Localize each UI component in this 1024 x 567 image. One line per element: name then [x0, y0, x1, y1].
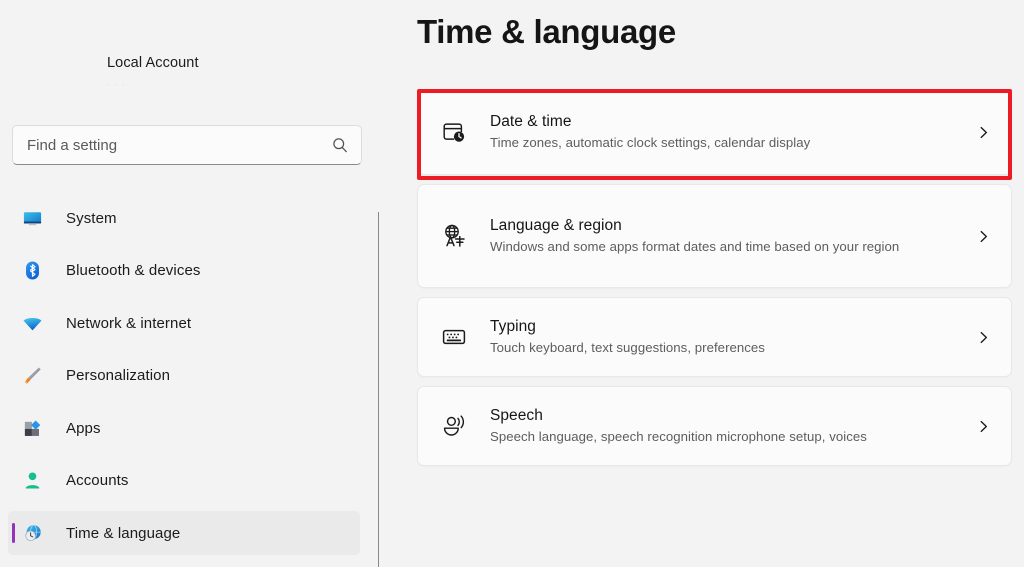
chevron-right-icon[interactable] — [975, 124, 991, 140]
card-description: Time zones, automatic clock settings, ca… — [490, 135, 811, 150]
card-title: Date & time — [490, 113, 572, 130]
sidebar-item-label: Accounts — [66, 472, 129, 489]
search-icon[interactable] — [331, 136, 349, 154]
card-language-region[interactable]: Language & region Windows and some apps … — [417, 184, 1012, 288]
sidebar-item-apps[interactable]: Apps — [8, 406, 360, 450]
calendar-clock-icon — [440, 118, 468, 146]
sidebar-nav-list: System Bluetooth & devices Network & int… — [0, 196, 364, 564]
account-block[interactable]: Local Account · · · — [0, 48, 360, 104]
wifi-icon — [21, 312, 43, 334]
keyboard-icon — [440, 323, 468, 351]
apps-icon — [21, 417, 43, 439]
card-title: Speech — [490, 407, 543, 424]
sidebar-item-personalization[interactable]: Personalization — [8, 354, 360, 398]
chevron-right-icon[interactable] — [975, 329, 991, 345]
sidebar-item-time-language[interactable]: Time & language — [8, 511, 360, 555]
account-subtitle: · · · — [107, 79, 126, 91]
bluetooth-icon — [21, 260, 43, 282]
search-input[interactable] — [27, 136, 331, 154]
sidebar-item-network-internet[interactable]: Network & internet — [8, 301, 360, 345]
sidebar-item-system[interactable]: System — [8, 196, 360, 240]
sidebar-item-label: Apps — [66, 419, 101, 437]
page-title: Time & language — [417, 13, 676, 50]
sidebar-item-bluetooth-devices[interactable]: Bluetooth & devices — [8, 249, 360, 293]
sidebar-item-label: Network & internet — [66, 314, 192, 332]
card-description: Speech language, speech recognition micr… — [490, 429, 867, 444]
sidebar-item-accounts[interactable]: Accounts — [8, 459, 360, 503]
sidebar-item-label: Time & language — [66, 524, 181, 542]
card-text: Typing Touch keyboard, text suggestions,… — [490, 317, 975, 357]
card-speech[interactable]: Speech Speech language, speech recogniti… — [417, 386, 1012, 466]
settings-card-list: Date & time Time zones, automatic clock … — [417, 89, 1012, 475]
sidebar-item-label: Personalization — [66, 367, 171, 384]
navigation-sidebar: Local Account · · · Find a setting Syste… — [0, 0, 380, 567]
selection-indicator — [12, 523, 15, 543]
card-description: Windows and some apps format dates and t… — [490, 239, 900, 254]
sidebar-item-label: System — [66, 209, 117, 227]
card-title: Typing — [490, 318, 536, 335]
search-box[interactable] — [12, 125, 362, 165]
chevron-right-icon[interactable] — [975, 228, 991, 244]
monitor-icon — [21, 207, 43, 229]
sidebar-scrollbar[interactable] — [378, 212, 379, 567]
settings-window: Local Account · · · Find a setting Syste… — [0, 0, 1024, 567]
card-typing[interactable]: Typing Touch keyboard, text suggestions,… — [417, 297, 1012, 377]
speech-icon — [440, 412, 468, 440]
card-title: Language & region — [490, 217, 622, 234]
card-text: Speech Speech language, speech recogniti… — [490, 406, 975, 446]
sidebar-item-label: Bluetooth & devices — [66, 262, 201, 279]
account-name: Local Account — [107, 55, 199, 71]
person-icon — [21, 470, 43, 492]
card-description: Touch keyboard, text suggestions, prefer… — [490, 340, 765, 355]
clock-globe-icon — [21, 522, 43, 544]
paintbrush-icon — [21, 365, 43, 387]
chevron-right-icon[interactable] — [975, 418, 991, 434]
card-text: Language & region Windows and some apps … — [490, 216, 975, 256]
card-text: Date & time Time zones, automatic clock … — [490, 112, 975, 152]
globe-translate-icon — [440, 222, 468, 250]
card-date-time[interactable]: Date & time Time zones, automatic clock … — [417, 89, 1012, 175]
main-content: Time & language Date & time Time zones, … — [380, 0, 1024, 567]
